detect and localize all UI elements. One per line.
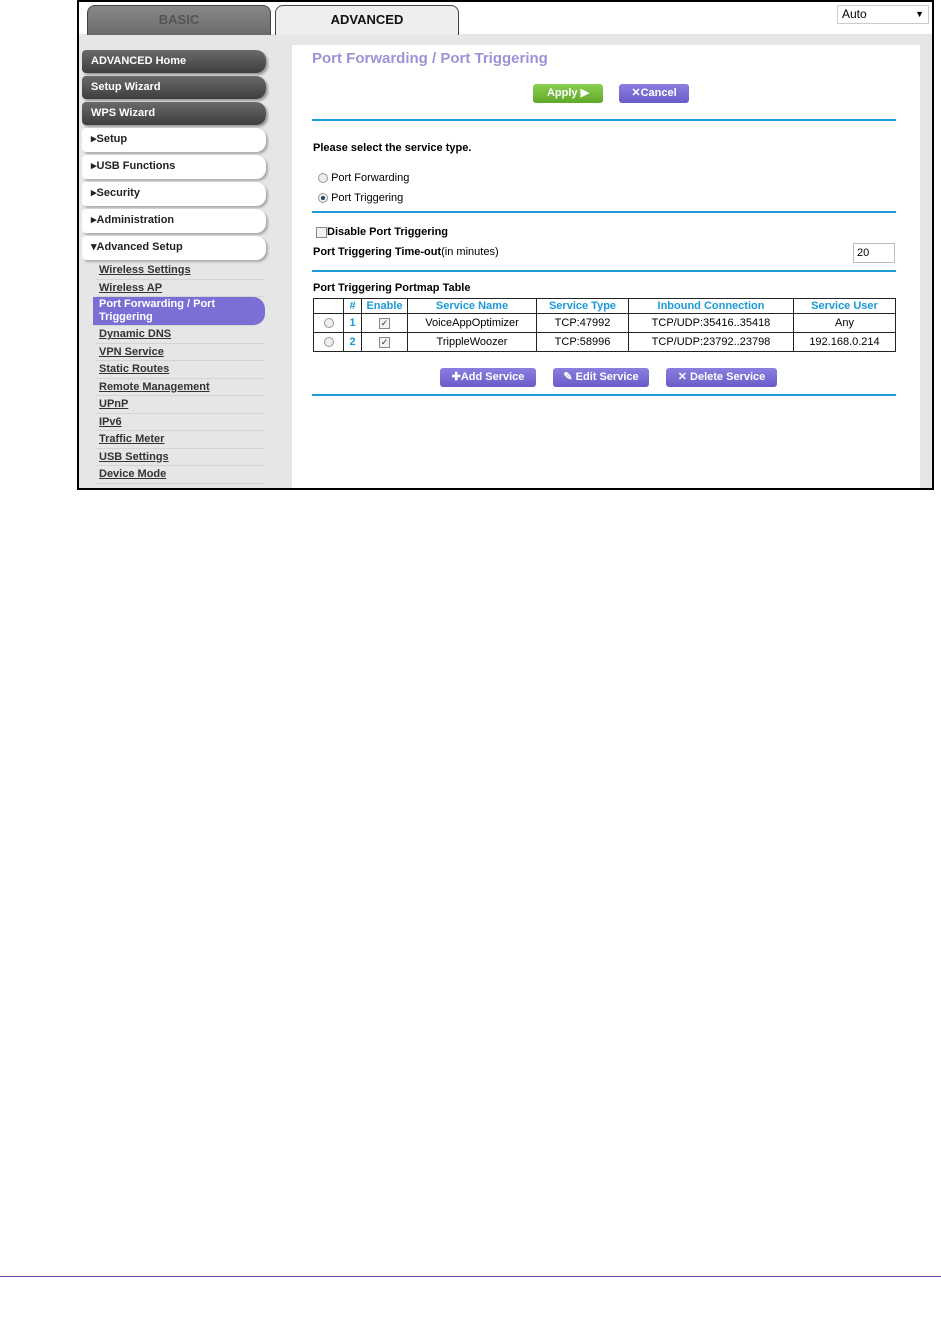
sidebar: ADVANCED Home Setup Wizard WPS Wizard ▸S…	[82, 50, 266, 263]
page-title: Port Forwarding / Port Triggering	[312, 50, 548, 67]
sub-dynamic-dns[interactable]: Dynamic DNS	[96, 326, 265, 344]
radio-port-forwarding[interactable]: Port Forwarding	[318, 172, 409, 184]
row-enable-checkbox[interactable]: ✓	[379, 317, 390, 329]
close-icon: ✕	[631, 87, 641, 99]
timeout-input[interactable]: 20	[853, 243, 895, 263]
table-row: 2 ✓ TrippleWoozer TCP:58996 TCP/UDP:2379…	[313, 332, 896, 352]
tab-basic[interactable]: BASIC	[87, 5, 271, 35]
sub-ipv6[interactable]: IPv6	[96, 414, 265, 431]
row-num: 1	[343, 313, 362, 333]
label: Administration	[96, 214, 175, 226]
sub-remote-management[interactable]: Remote Management	[96, 379, 265, 396]
timeout-label-text: Port Triggering Time-out	[313, 246, 442, 258]
disable-port-triggering-checkbox[interactable]: Disable Port Triggering	[316, 226, 448, 238]
col-service-type: Service Type	[536, 298, 629, 314]
sidebar-advanced-home[interactable]: ADVANCED Home	[82, 50, 266, 73]
row-service-user: Any	[793, 313, 896, 333]
label: Advanced Setup	[96, 241, 183, 253]
divider	[312, 394, 896, 396]
col-inbound: Inbound Connection	[628, 298, 794, 314]
sidebar-security[interactable]: ▸Security	[82, 182, 266, 206]
divider	[312, 119, 896, 121]
radio-port-triggering[interactable]: Port Triggering	[318, 192, 403, 204]
language-select[interactable]: Auto ▼	[837, 5, 929, 24]
row-service-type: TCP:47992	[536, 313, 629, 333]
label: USB Functions	[96, 160, 176, 172]
label: Setup	[96, 133, 128, 145]
plus-icon: ✚	[451, 371, 461, 383]
delete-service-button[interactable]: ✕ Delete Service	[666, 368, 777, 387]
table-row: 1 ✓ VoiceAppOptimizer TCP:47992 TCP/UDP:…	[313, 313, 896, 333]
sub-static-routes[interactable]: Static Routes	[96, 361, 265, 379]
row-enable-checkbox[interactable]: ✓	[379, 336, 390, 348]
language-value: Auto	[842, 7, 867, 21]
sub-usb-settings[interactable]: USB Settings	[96, 449, 265, 466]
sub-vpn-service[interactable]: VPN Service	[96, 344, 265, 361]
pencil-icon: ✎	[563, 371, 576, 383]
label: Disable Port Triggering	[327, 226, 449, 238]
x-icon: ✕	[677, 371, 691, 383]
service-type-prompt: Please select the service type.	[313, 142, 472, 154]
timeout-unit: (in minutes)	[441, 246, 499, 258]
col-select	[313, 298, 344, 314]
portmap-table: # Enable Service Name Service Type Inbou…	[313, 298, 896, 352]
sub-device-mode[interactable]: Device Mode	[96, 466, 265, 484]
tab-advanced[interactable]: ADVANCED	[275, 5, 459, 35]
advanced-setup-submenu: Wireless Settings Wireless AP Port Forwa…	[93, 262, 265, 484]
sidebar-usb-functions[interactable]: ▸USB Functions	[82, 155, 266, 179]
row-select-radio[interactable]	[323, 337, 334, 348]
router-admin-window: BASIC ADVANCED Auto ▼ ADVANCED Home Setup…	[77, 0, 934, 490]
sub-wireless-settings[interactable]: Wireless Settings	[96, 262, 265, 280]
page-footer-rule	[0, 1276, 941, 1277]
label: Port Triggering	[331, 192, 404, 204]
table-header: # Enable Service Name Service Type Inbou…	[313, 298, 896, 314]
content-panel: Port Forwarding / Port Triggering Apply …	[292, 45, 920, 488]
label: Port Forwarding	[331, 172, 410, 184]
divider	[312, 270, 896, 272]
label: Delete Service	[690, 371, 766, 383]
timeout-label: Port Triggering Time-out(in minutes)	[313, 246, 499, 258]
label: Add Service	[460, 371, 525, 383]
col-service-name: Service Name	[407, 298, 537, 314]
cancel-button[interactable]: ✕Cancel	[619, 84, 689, 103]
row-select-radio[interactable]	[323, 318, 334, 329]
row-service-name: VoiceAppOptimizer	[407, 313, 537, 333]
col-enable: Enable	[361, 298, 408, 314]
sidebar-advanced-setup[interactable]: ▾Advanced Setup	[82, 236, 266, 260]
chevron-down-icon: ▼	[915, 9, 924, 19]
top-bar: BASIC ADVANCED Auto ▼	[79, 2, 932, 35]
table-title: Port Triggering Portmap Table	[313, 282, 471, 294]
row-inbound: TCP/UDP:35416..35418	[628, 313, 794, 333]
col-num: #	[343, 298, 362, 314]
sub-traffic-meter[interactable]: Traffic Meter	[96, 431, 265, 449]
divider	[312, 211, 896, 213]
label: Edit Service	[575, 371, 639, 383]
edit-service-button[interactable]: ✎ Edit Service	[553, 368, 649, 387]
cancel-label: Cancel	[640, 87, 677, 99]
add-service-button[interactable]: ✚Add Service	[440, 368, 536, 387]
sidebar-setup[interactable]: ▸Setup	[82, 128, 266, 152]
row-num: 2	[343, 332, 362, 352]
col-service-user: Service User	[793, 298, 896, 314]
apply-button[interactable]: Apply ▶	[533, 84, 603, 103]
sidebar-administration[interactable]: ▸Administration	[82, 209, 266, 233]
sub-port-forwarding[interactable]: Port Forwarding / Port Triggering	[93, 297, 265, 326]
row-service-user: 192.168.0.214	[793, 332, 896, 352]
row-service-name: TrippleWoozer	[407, 332, 537, 352]
sidebar-setup-wizard[interactable]: Setup Wizard	[82, 76, 266, 99]
label: Security	[96, 187, 140, 199]
row-service-type: TCP:58996	[536, 332, 629, 352]
sub-wireless-ap[interactable]: Wireless AP	[96, 280, 265, 297]
sub-upnp[interactable]: UPnP	[96, 396, 265, 414]
row-inbound: TCP/UDP:23792..23798	[628, 332, 794, 352]
sidebar-wps-wizard[interactable]: WPS Wizard	[82, 102, 266, 125]
